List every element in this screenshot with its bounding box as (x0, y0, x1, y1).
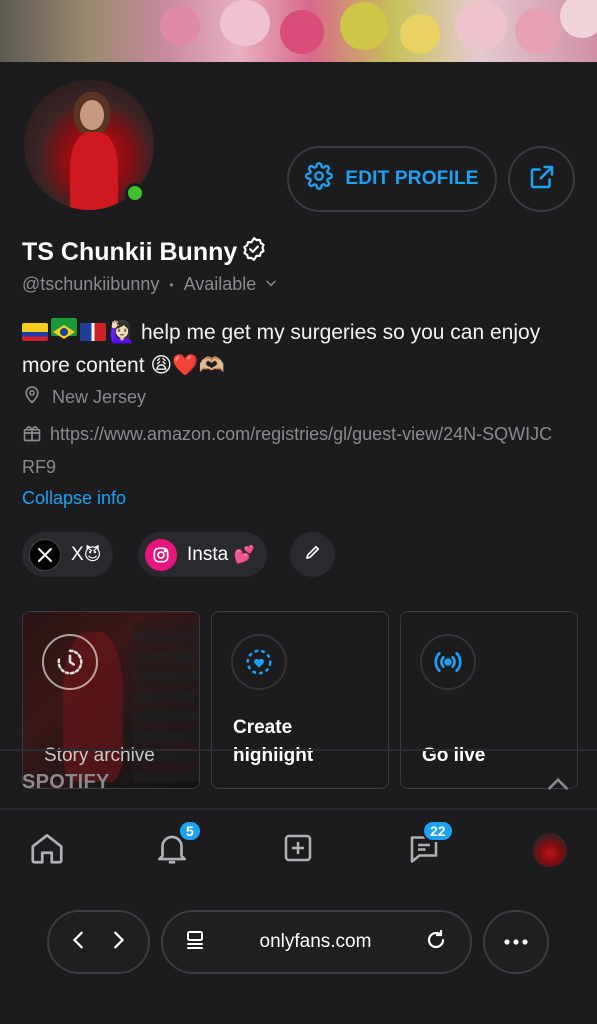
hearts-emoji: 💕 (233, 544, 255, 565)
profile-avatar-small (533, 833, 567, 867)
hand-raise-emoji: 🙋🏻‍♀️ (109, 320, 136, 344)
wishlist-url: https://www.amazon.com/registries/gl/gue… (22, 424, 553, 477)
social-chip-x-label: X😈 (71, 543, 102, 565)
location-pin-icon (22, 385, 42, 410)
section-divider (0, 808, 597, 810)
tab-list-icon[interactable] (183, 928, 207, 957)
share-icon (527, 162, 557, 197)
availability-label: Available (183, 274, 257, 294)
social-chip-instagram[interactable]: Insta 💕 (138, 532, 267, 577)
go-live-card[interactable]: Go live (400, 611, 578, 789)
availability-dropdown[interactable]: Available (184, 274, 279, 295)
wishlist-link[interactable]: https://www.amazon.com/registries/gl/gue… (22, 419, 562, 482)
bottom-navigation: 5 22 (0, 812, 597, 892)
home-icon (28, 829, 66, 872)
edit-profile-button[interactable]: EDIT PROFILE (287, 146, 497, 212)
profile-panel: EDIT PROFILE TS Chunkii Bunny @tschunkii… (0, 62, 597, 810)
go-live-label: Go live (422, 745, 486, 766)
more-options-button[interactable] (483, 910, 549, 974)
forward-arrow-icon[interactable] (107, 929, 129, 956)
online-status-dot (125, 183, 145, 203)
x-logo-icon (29, 538, 61, 571)
back-arrow-icon[interactable] (68, 929, 90, 956)
profile-name-text: TS Chunkii Bunny (22, 238, 238, 266)
social-chip-instagram-label: Insta 💕 (187, 543, 255, 565)
clock-history-icon (42, 634, 98, 690)
notifications-badge: 5 (178, 820, 202, 842)
reload-icon[interactable] (424, 928, 448, 957)
bio-end-emoji: 😩❤️🫶🏼 (150, 353, 225, 377)
pencil-icon (304, 543, 322, 566)
more-dots-icon (503, 933, 529, 951)
messages-badge: 22 (422, 820, 454, 842)
gift-icon (22, 422, 42, 452)
browser-toolbar: onlyfans.com (0, 892, 597, 1024)
nav-home[interactable] (27, 830, 67, 870)
cover-image (0, 0, 597, 62)
spotify-section-title[interactable]: SPOTIFY (22, 771, 110, 794)
social-chip-x[interactable]: X😈 (22, 532, 114, 577)
brazil-flag-icon (51, 318, 77, 339)
share-profile-button[interactable] (508, 146, 575, 212)
browser-nav-pill (47, 910, 150, 974)
edit-profile-label: EDIT PROFILE (345, 168, 479, 189)
profile-bio: 🙋🏻‍♀️ help me get my surgeries so you ca… (22, 316, 582, 382)
profile-name: TS Chunkii Bunny (22, 236, 267, 269)
separator-dot: • (169, 277, 174, 292)
bio-text-line1: help me get my surgeries so you can enjo… (141, 321, 541, 344)
profile-handle: @tschunkiibunny (22, 274, 160, 294)
chevron-up-icon[interactable] (545, 772, 571, 799)
add-square-icon (280, 830, 316, 871)
nav-messages[interactable]: 22 (404, 820, 454, 870)
collapse-info-link[interactable]: Collapse info (22, 488, 126, 509)
story-archive-label: Story archive (44, 745, 155, 766)
url-text: onlyfans.com (259, 931, 372, 952)
story-archive-card[interactable]: Story archive (22, 611, 200, 789)
devil-emoji: 😈 (83, 544, 102, 565)
create-highlight-card[interactable]: Create highlight (211, 611, 389, 789)
heart-plus-icon (231, 634, 287, 690)
address-bar[interactable]: onlyfans.com (161, 910, 472, 974)
gear-icon (305, 162, 334, 196)
dominican-flag-icon (80, 323, 106, 341)
colombia-flag-icon (22, 323, 48, 341)
nav-profile[interactable] (530, 830, 570, 870)
create-highlight-label: Create highlight (233, 717, 314, 766)
bio-text-line2: more content (22, 354, 145, 377)
edit-social-links-button[interactable] (290, 532, 335, 577)
nav-new-post[interactable] (278, 830, 318, 870)
broadcast-icon (420, 634, 476, 690)
location-row: New Jersey (22, 385, 146, 410)
nav-notifications[interactable]: 5 (152, 820, 202, 870)
section-divider (0, 749, 597, 751)
chevron-down-icon (264, 274, 278, 295)
location-text: New Jersey (52, 387, 147, 407)
handle-row: @tschunkiibunny • Available (22, 274, 278, 295)
instagram-icon (145, 538, 177, 571)
verified-badge-icon (241, 236, 267, 269)
